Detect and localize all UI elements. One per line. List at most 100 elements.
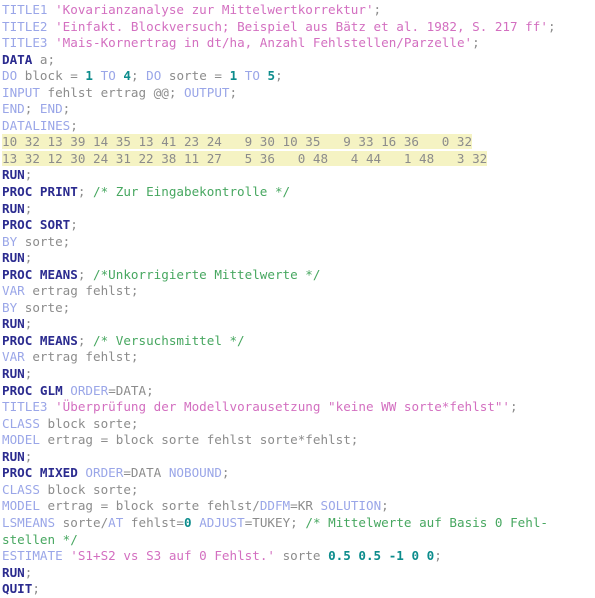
code-line[interactable]: CLASS block sorte; [2,416,595,433]
token-stmt: TITLE3 [2,399,48,415]
code-line[interactable]: LSMEANS sorte/AT fehlst=0 ADJUST=TUKEY; … [2,515,595,532]
code-line[interactable]: INPUT fehlst ertrag @@; OUTPUT; [2,85,595,102]
token-txt: ; [77,266,93,282]
code-line[interactable]: PROC MEANS; /*Unkorrigierte Mittelwerte … [2,267,595,284]
token-stmt: MODEL [2,432,40,448]
code-line[interactable]: MODEL ertrag = block sorte fehlst/DDFM=K… [2,498,595,515]
token-stmt: MODEL [2,498,40,514]
code-line[interactable]: RUN; [2,565,595,582]
code-line[interactable]: QUIT; [2,581,595,598]
code-line[interactable]: DO block = 1 TO 4; DO sorte = 1 TO 5; [2,68,595,85]
token-txt: =DATA [123,465,169,481]
code-line[interactable]: VAR ertrag fehlst; [2,283,595,300]
token-stmt: DO [2,68,18,84]
code-line[interactable]: RUN; [2,167,595,184]
token-stmt: END [39,101,63,117]
code-line[interactable]: TITLE3 'Überprüfung der Modellvorausetzu… [2,399,595,416]
token-kw: RUN [2,167,25,183]
token-opt: SOLUTION [320,498,382,514]
token-txt: =TUKEY; [244,514,306,530]
token-kw: PROC PRINT [2,184,78,200]
code-line[interactable]: DATA a; [2,52,595,69]
code-line[interactable]: PROC SORT; [2,217,595,234]
token-txt: ; [24,167,33,183]
token-num: 5 [267,68,276,84]
token-cmt: /* Versuchsmittel */ [93,332,245,348]
token-opt: ADJUST [199,514,245,530]
code-line[interactable]: BY sorte; [2,300,595,317]
token-txt: sorte = [161,68,230,84]
token-kw: PROC SORT [2,217,71,233]
token-txt: block sorte; [39,415,139,431]
token-stmt: TITLE1 [2,2,48,17]
token-kw: QUIT [2,581,33,597]
token-num: 0 [184,514,192,530]
code-line[interactable]: END; END; [2,101,595,118]
token-dataln: 10 32 13 39 14 35 13 41 23 24 9 30 10 35… [2,134,473,150]
token-txt: ; [373,2,382,17]
code-line-datalines[interactable]: 10 32 13 39 14 35 13 41 23 24 9 30 10 35… [2,134,595,151]
code-line-datalines[interactable]: 13 32 12 30 24 31 22 38 11 27 5 36 0 48 … [2,150,595,168]
token-str: 'Mais-Kornertrag in dt/ha, Anzahl Fehlst… [55,35,473,51]
token-txt: ertrag fehlst; [24,283,139,299]
token-txt: ; [510,399,518,415]
code-line[interactable]: PROC GLM ORDER=DATA; [2,383,595,400]
token-opt: NOBOUND [168,465,222,481]
token-str: 'Überprüfung der Modellvorausetzung "kei… [55,399,511,415]
token-opt: DDFM [259,498,291,514]
token-txt: ; [130,68,147,84]
token-txt: ; [24,200,33,216]
token-txt: ; [77,184,93,200]
token-txt: ; [24,564,33,580]
code-line[interactable]: RUN; [2,316,595,333]
token-kw: RUN [2,448,25,464]
code-line[interactable]: TITLE2 'Einfakt. Blockversuch; Beispiel … [2,19,595,36]
token-txt: =DATA; [108,382,154,398]
code-line[interactable]: PROC MEANS; /* Versuchsmittel */ [2,333,595,350]
token-kw: RUN [2,366,25,382]
token-str: 'Kovarianzanalyse zur Mittelwertkorrektu… [55,2,374,17]
code-line[interactable]: stellen */ [2,532,595,549]
token-txt: ; [24,316,33,332]
code-line[interactable]: MODEL ertrag = block sorte fehlst sorte*… [2,432,595,449]
token-stmt: BY [2,233,18,249]
code-line[interactable]: RUN; [2,250,595,267]
code-line[interactable]: BY sorte; [2,234,595,251]
token-opt: ORDER [70,382,109,398]
code-line[interactable]: CLASS block sorte; [2,482,595,499]
code-line[interactable]: PROC MIXED ORDER=DATA NOBOUND; [2,465,595,482]
code-line[interactable]: TITLE1 'Kovarianzanalyse zur Mittelwertk… [2,2,595,19]
code-line[interactable]: RUN; [2,449,595,466]
token-txt: ; [24,101,40,117]
code-line[interactable]: PROC PRINT; /* Zur Eingabekontrolle */ [2,184,595,201]
token-stmt: TO [100,68,116,84]
token-cmt: /*Unkorrigierte Mittelwerte */ [93,266,321,282]
code-line[interactable]: TITLE3 'Mais-Kornertrag in dt/ha, Anzahl… [2,35,595,52]
token-stmt: END [2,101,25,117]
token-kw: PROC GLM [2,382,63,398]
token-opt: AT [108,514,124,530]
code-line[interactable]: RUN; [2,201,595,218]
code-line[interactable]: VAR ertrag fehlst; [2,349,595,366]
token-stmt: TO [244,68,260,84]
token-txt: block = [17,68,86,84]
token-stmt: CLASS [2,415,40,431]
token-txt: ; [62,101,71,117]
code-line[interactable]: ESTIMATE 'S1+S2 vs S3 auf 0 Fehlst.' sor… [2,548,595,565]
token-txt: ertrag = block sorte fehlst/ [39,498,260,514]
token-opt: ORDER [85,465,124,481]
token-txt: ertrag fehlst; [24,349,139,365]
token-kw: RUN [2,250,25,266]
token-stmt: OUTPUT [183,84,230,100]
code-line[interactable]: DATALINES; [2,118,595,135]
token-txt: =KR [290,498,321,514]
token-cmt: /* Zur Eingabekontrolle */ [93,184,291,200]
token-txt: ; [221,465,230,481]
code-line[interactable]: RUN; [2,366,595,383]
token-stmt: CLASS [2,481,40,497]
sas-code-listing[interactable]: TITLE1 'Kovarianzanalyse zur Mittelwertk… [0,0,595,598]
